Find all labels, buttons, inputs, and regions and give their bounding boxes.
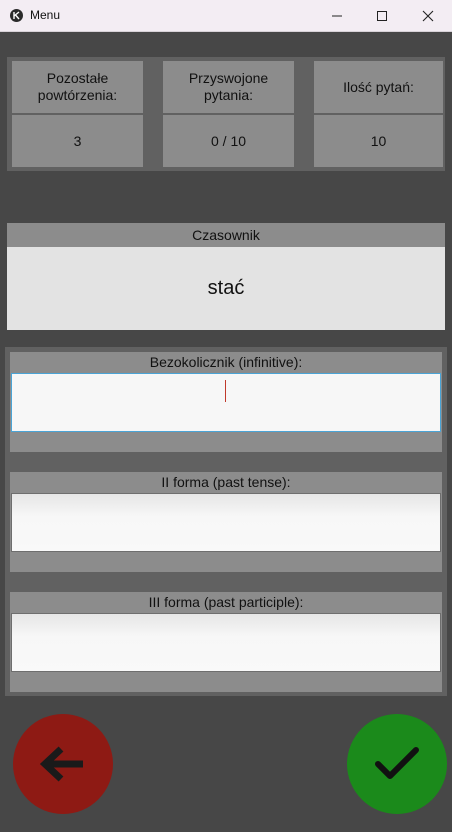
stat-remaining-value: 3 [12,115,143,167]
stat-learned-value: 0 / 10 [163,115,294,167]
maximize-button[interactable] [359,0,405,31]
text-caret [225,380,226,402]
infinitive-input[interactable] [11,373,441,432]
checkmark-icon [375,747,419,779]
close-icon [422,10,434,21]
verb-label: Czasownik [7,223,445,247]
title-bar: Menu [0,0,452,32]
stat-learned-label: Przyswojone pytania: [163,61,294,113]
past-participle-label: III forma (past participle): [148,594,304,610]
stat-total-value: 10 [314,115,443,167]
past-tense-input[interactable] [11,493,441,552]
past-tense-label: II forma (past tense): [161,474,291,490]
app-logo-icon [10,9,23,22]
arrow-left-icon [39,746,83,782]
minimize-button[interactable] [314,0,360,31]
confirm-button[interactable] [347,714,447,814]
minimize-icon [332,15,342,16]
close-button[interactable] [405,0,451,31]
infinitive-label: Bezokolicznik (infinitive): [149,354,303,370]
window-title: Menu [30,8,61,22]
past-participle-input[interactable] [11,613,441,672]
verb-word: stać [7,247,445,330]
stat-remaining-label: Pozostałe powtórzenia: [12,61,143,113]
stat-total-label: Ilość pytań: [314,61,443,113]
maximize-icon [377,10,387,21]
back-button[interactable] [13,714,113,814]
